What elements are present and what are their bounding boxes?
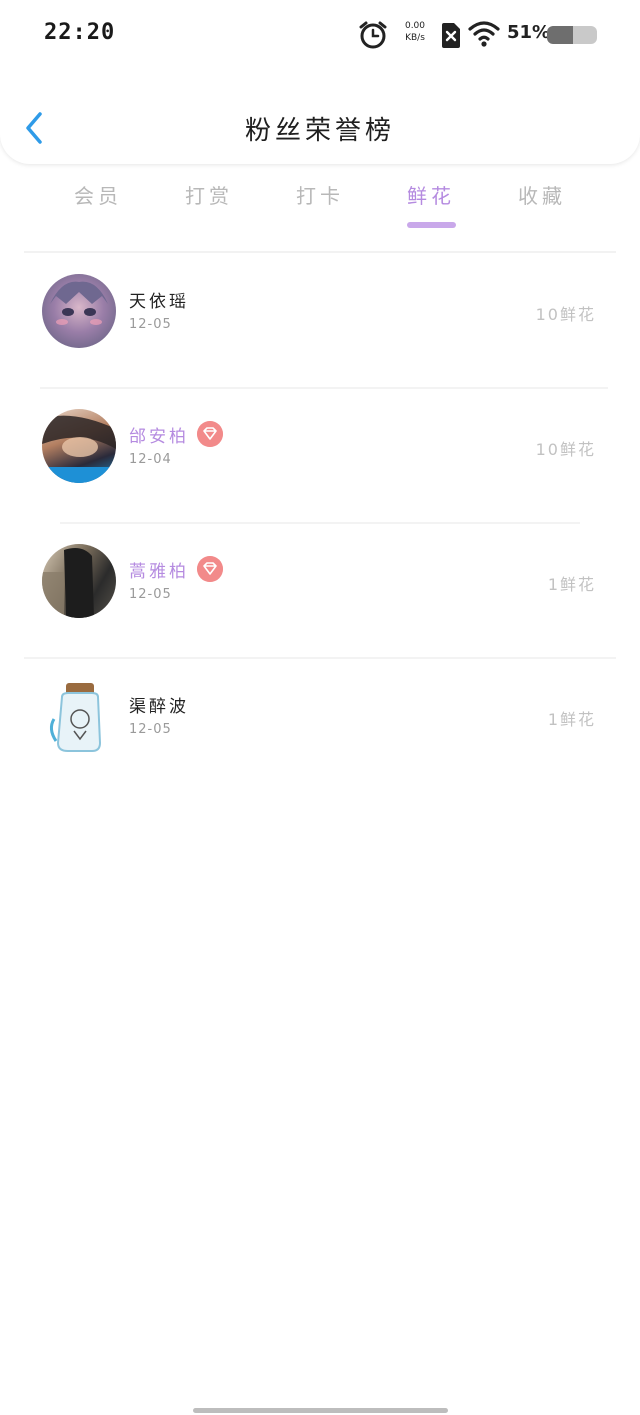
avatar[interactable] [42, 544, 116, 618]
wifi-icon [468, 21, 500, 47]
network-speed: 0.00 KB/s [400, 20, 430, 44]
avatar[interactable] [42, 679, 116, 753]
fan-name: 天依瑶 [129, 292, 189, 312]
battery-icon [547, 26, 597, 44]
fan-name: 渠醉波 [129, 697, 189, 717]
home-indicator[interactable] [193, 1408, 448, 1413]
active-tab-indicator [407, 222, 456, 228]
fan-date: 12-04 [129, 452, 172, 467]
fan-name: 蒿雅柏 [129, 562, 189, 582]
fan-name: 邰安柏 [129, 427, 189, 447]
flower-count: 1鲜花 [547, 710, 596, 729]
tab-flowers[interactable]: 鲜花 [376, 180, 486, 209]
flower-count: 10鲜花 [535, 305, 596, 324]
battery-percent: 51% [507, 22, 551, 43]
tab-bar: 会员 打赏 打卡 鲜花 收藏 [0, 180, 640, 232]
avatar[interactable] [42, 274, 116, 348]
avatar-illustration [50, 281, 108, 325]
list-item[interactable]: 邰安柏 12-04 10鲜花 [0, 388, 640, 523]
alarm-clock-icon [359, 21, 387, 49]
list-item[interactable]: 蒿雅柏 12-05 1鲜花 [0, 523, 640, 658]
avatar-photo [42, 415, 116, 483]
header-bar: 22:20 0.00 KB/s 51% 粉丝荣誉榜 [0, 0, 640, 164]
page-title: 粉丝荣誉榜 [244, 116, 395, 146]
tab-favorites[interactable]: 收藏 [487, 180, 597, 209]
network-speed-unit: KB/s [405, 33, 425, 43]
no-sim-icon [442, 23, 460, 48]
flower-count: 10鲜花 [535, 440, 596, 459]
diamond-icon [197, 556, 223, 582]
tab-checkin[interactable]: 打卡 [265, 180, 375, 209]
diamond-icon [197, 421, 223, 447]
status-bar: 22:20 0.00 KB/s 51% [0, 0, 640, 70]
list-item[interactable]: 天依瑶 12-05 10鲜花 [0, 253, 640, 388]
list-item[interactable]: 渠醉波 12-05 1鲜花 [0, 658, 640, 793]
bottle-illustration [49, 683, 102, 752]
fan-date: 12-05 [129, 722, 172, 737]
network-speed-value: 0.00 [404, 21, 426, 31]
battery-level-fill [547, 26, 573, 44]
flower-count: 1鲜花 [547, 575, 596, 594]
tab-membership[interactable]: 会员 [43, 180, 153, 209]
fan-date: 12-05 [129, 317, 172, 332]
avatar[interactable] [42, 409, 116, 483]
tab-tips[interactable]: 打赏 [154, 180, 264, 209]
avatar-photo [42, 548, 94, 618]
fan-date: 12-05 [129, 587, 172, 602]
status-time: 22:20 [44, 20, 116, 45]
